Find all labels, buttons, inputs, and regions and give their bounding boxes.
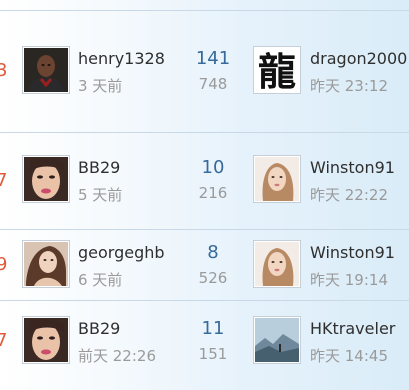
author-name[interactable]: henry1328 <box>78 49 165 68</box>
post-time: 3 天前 <box>78 77 123 95</box>
reply-count: 11 <box>201 318 225 339</box>
rank-number: 7 <box>0 170 8 191</box>
divider-2 <box>0 229 409 230</box>
divider-3 <box>0 300 409 301</box>
woman-portrait-icon <box>24 318 68 362</box>
man-portrait-icon <box>24 48 68 92</box>
rank-number: 9 <box>0 254 8 275</box>
divider-1 <box>0 132 409 133</box>
author-avatar[interactable] <box>22 240 70 288</box>
post-time: 6 天前 <box>78 271 123 289</box>
last-poster-name[interactable]: HKtraveler <box>310 319 395 338</box>
last-poster-avatar[interactable] <box>253 240 301 288</box>
last-post-time: 昨天 22:22 <box>310 186 388 204</box>
last-poster-name[interactable]: Winston91 <box>310 243 395 262</box>
woman-sketch-icon <box>255 242 299 286</box>
author-avatar[interactable] <box>22 155 70 203</box>
view-count: 216 <box>198 184 228 202</box>
view-count: 748 <box>198 75 228 93</box>
author-name[interactable]: BB29 <box>78 319 120 338</box>
last-poster-name[interactable]: Winston91 <box>310 158 395 177</box>
divider-top <box>0 10 409 11</box>
dragon-calligraphy-icon: 龍 <box>255 48 299 92</box>
last-post-time: 昨天 14:45 <box>310 347 388 365</box>
post-time: 5 天前 <box>78 186 123 204</box>
reply-count: 10 <box>201 157 225 178</box>
last-post-time: 昨天 19:14 <box>310 271 388 289</box>
woman-portrait-icon <box>24 157 68 201</box>
reply-count: 141 <box>195 48 231 69</box>
last-poster-avatar[interactable] <box>253 155 301 203</box>
author-name[interactable]: georgeghb <box>78 243 165 262</box>
woman-photo-icon <box>24 242 68 286</box>
last-poster-avatar[interactable]: 龍 <box>253 46 301 94</box>
author-avatar[interactable] <box>22 316 70 364</box>
dragon-glyph: 龍 <box>258 49 296 92</box>
author-avatar[interactable] <box>22 46 70 94</box>
last-poster-name[interactable]: dragon2000 <box>310 49 407 68</box>
post-time: 前天 22:26 <box>78 347 156 365</box>
landscape-photo-icon <box>255 318 299 362</box>
rank-number: 7 <box>0 330 8 351</box>
rank-number: 3 <box>0 60 8 81</box>
author-name[interactable]: BB29 <box>78 158 120 177</box>
last-poster-avatar[interactable] <box>253 316 301 364</box>
last-post-time: 昨天 23:12 <box>310 77 388 95</box>
view-count: 151 <box>198 345 228 363</box>
woman-sketch-icon <box>255 157 299 201</box>
reply-count: 8 <box>207 242 219 263</box>
view-count: 526 <box>198 269 228 287</box>
